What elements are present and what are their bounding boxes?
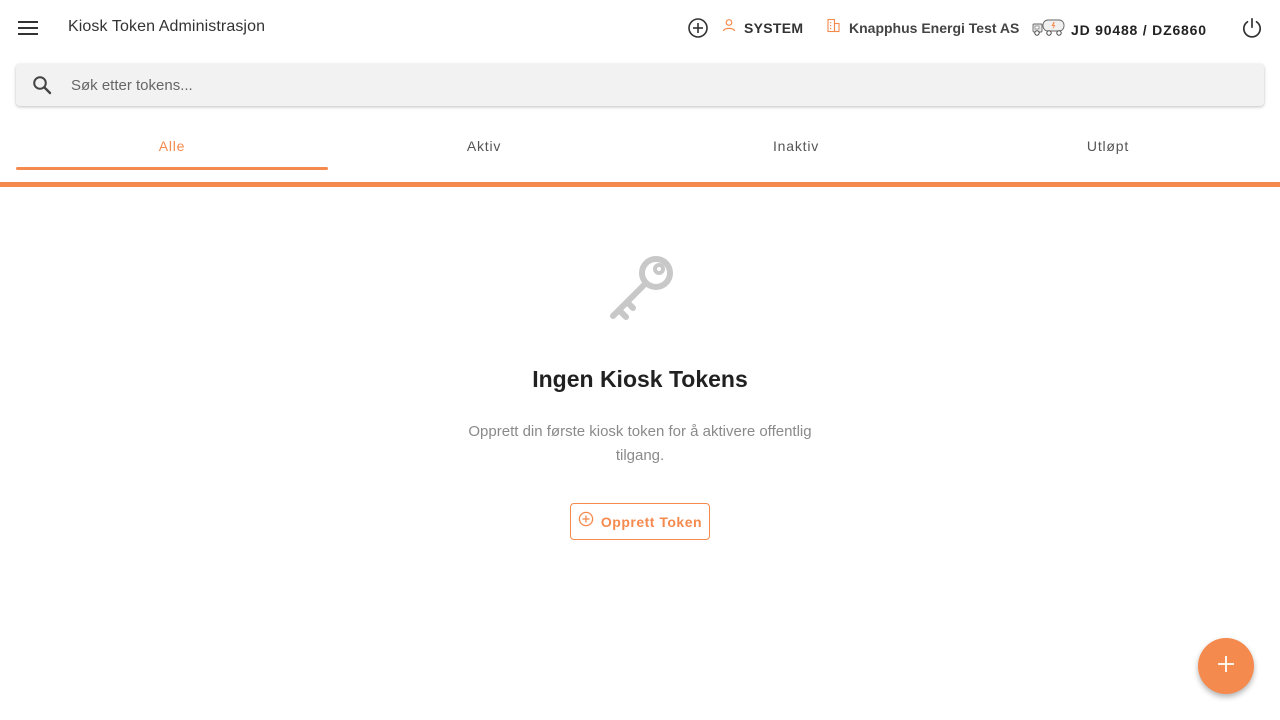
tab-alle[interactable]: Alle	[16, 126, 328, 170]
tab-inaktiv[interactable]: Inaktiv	[640, 126, 952, 170]
plus-icon	[1217, 655, 1235, 678]
search-input[interactable]	[71, 64, 1231, 106]
search-icon	[31, 74, 53, 96]
page-title: Kiosk Token Administrasjon	[68, 18, 266, 35]
add-circle-icon	[578, 511, 594, 532]
add-circle-icon[interactable]	[686, 16, 710, 40]
building-icon	[826, 18, 841, 38]
current-company[interactable]: Knapphus Energi Test AS	[826, 18, 1019, 38]
empty-state-title: Ingen Kiosk Tokens	[532, 366, 748, 392]
status-tabs: Alle Aktiv Inaktiv Utløpt	[16, 126, 1264, 170]
accent-divider	[0, 182, 1280, 187]
create-token-label: Opprett Token	[600, 513, 703, 530]
top-app-bar: Kiosk Token Administrasjon SYSTEM Knapph…	[0, 0, 1280, 56]
empty-state-description: Opprett din første kiosk token for å akt…	[468, 423, 812, 464]
add-token-fab[interactable]	[1198, 638, 1254, 694]
company-name: Knapphus Energi Test AS	[849, 20, 1020, 36]
person-icon	[722, 18, 736, 37]
key-icon	[600, 248, 680, 328]
tab-aktiv[interactable]: Aktiv	[328, 126, 640, 170]
menu-icon[interactable]	[14, 14, 42, 42]
vehicle-id: JD 90488 / DZ6860	[1071, 21, 1207, 38]
current-user[interactable]: SYSTEM	[722, 18, 803, 37]
create-token-button[interactable]: Opprett Token	[570, 503, 710, 540]
search-bar	[16, 64, 1264, 106]
user-name: SYSTEM	[744, 19, 804, 36]
tab-utlopt[interactable]: Utløpt	[952, 126, 1264, 170]
power-icon[interactable]	[1240, 16, 1264, 40]
current-vehicle[interactable]: JD 90488 / DZ6860	[1032, 17, 1207, 42]
tanker-truck-icon	[1032, 17, 1066, 42]
